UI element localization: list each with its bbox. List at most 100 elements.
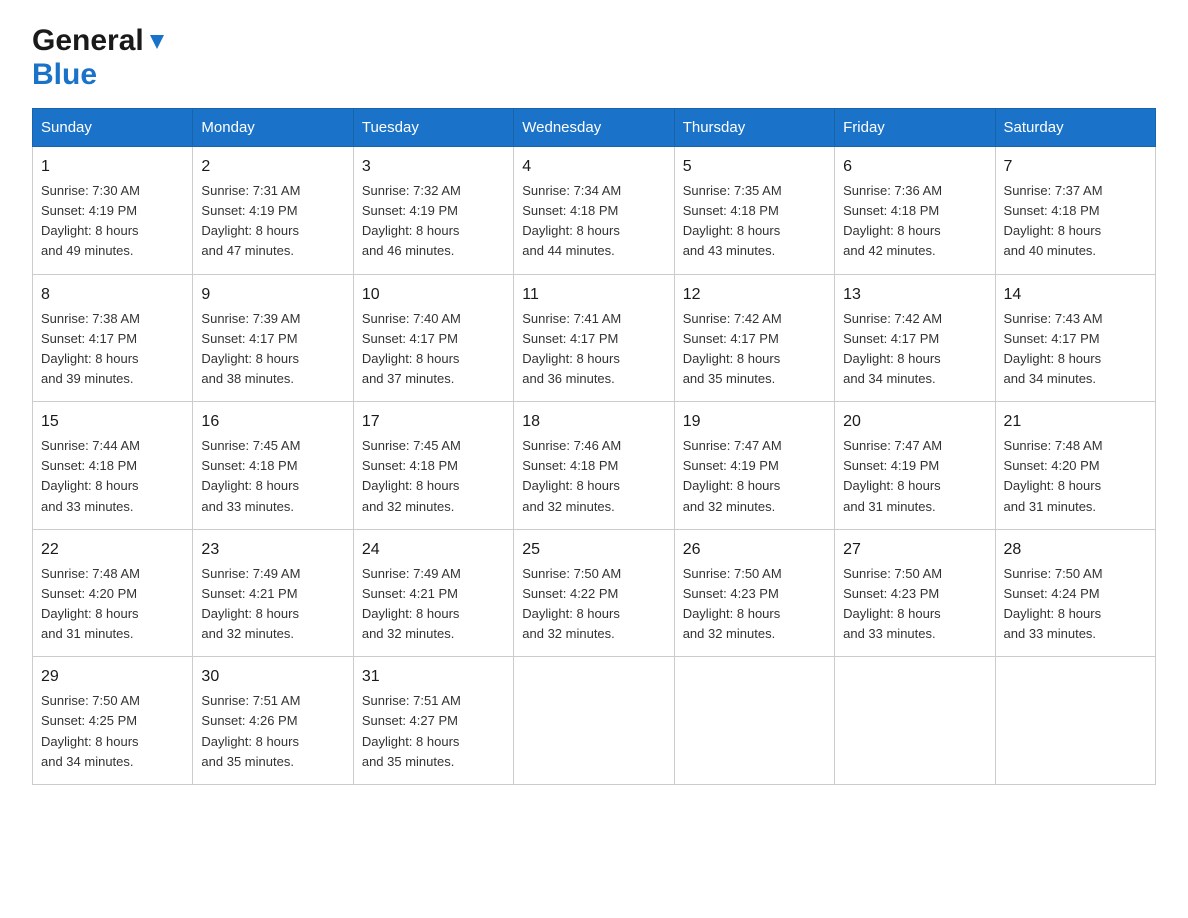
calendar-cell: 12 Sunrise: 7:42 AMSunset: 4:17 PMDaylig… [674, 274, 834, 402]
calendar-cell: 14 Sunrise: 7:43 AMSunset: 4:17 PMDaylig… [995, 274, 1155, 402]
day-info: Sunrise: 7:42 AMSunset: 4:17 PMDaylight:… [683, 311, 782, 386]
weekday-header-friday: Friday [835, 109, 995, 147]
calendar-week-row: 22 Sunrise: 7:48 AMSunset: 4:20 PMDaylig… [33, 529, 1156, 657]
logo: General Blue [32, 24, 168, 92]
day-number: 24 [362, 538, 505, 562]
day-number: 29 [41, 665, 184, 689]
day-number: 18 [522, 410, 665, 434]
day-info: Sunrise: 7:34 AMSunset: 4:18 PMDaylight:… [522, 183, 621, 258]
day-info: Sunrise: 7:43 AMSunset: 4:17 PMDaylight:… [1004, 311, 1103, 386]
day-info: Sunrise: 7:44 AMSunset: 4:18 PMDaylight:… [41, 438, 140, 513]
day-number: 11 [522, 283, 665, 307]
day-info: Sunrise: 7:36 AMSunset: 4:18 PMDaylight:… [843, 183, 942, 258]
calendar-cell: 1 Sunrise: 7:30 AMSunset: 4:19 PMDayligh… [33, 147, 193, 275]
calendar-cell: 5 Sunrise: 7:35 AMSunset: 4:18 PMDayligh… [674, 147, 834, 275]
calendar-cell: 15 Sunrise: 7:44 AMSunset: 4:18 PMDaylig… [33, 402, 193, 530]
day-info: Sunrise: 7:47 AMSunset: 4:19 PMDaylight:… [843, 438, 942, 513]
day-info: Sunrise: 7:30 AMSunset: 4:19 PMDaylight:… [41, 183, 140, 258]
day-number: 20 [843, 410, 986, 434]
day-number: 12 [683, 283, 826, 307]
calendar-cell: 3 Sunrise: 7:32 AMSunset: 4:19 PMDayligh… [353, 147, 513, 275]
calendar-cell: 27 Sunrise: 7:50 AMSunset: 4:23 PMDaylig… [835, 529, 995, 657]
calendar-cell: 20 Sunrise: 7:47 AMSunset: 4:19 PMDaylig… [835, 402, 995, 530]
day-info: Sunrise: 7:48 AMSunset: 4:20 PMDaylight:… [1004, 438, 1103, 513]
day-info: Sunrise: 7:49 AMSunset: 4:21 PMDaylight:… [201, 566, 300, 641]
calendar-cell [835, 657, 995, 785]
day-number: 22 [41, 538, 184, 562]
calendar-cell: 10 Sunrise: 7:40 AMSunset: 4:17 PMDaylig… [353, 274, 513, 402]
day-number: 3 [362, 155, 505, 179]
day-number: 21 [1004, 410, 1147, 434]
logo-triangle-icon [146, 31, 168, 53]
calendar-cell: 29 Sunrise: 7:50 AMSunset: 4:25 PMDaylig… [33, 657, 193, 785]
day-info: Sunrise: 7:50 AMSunset: 4:23 PMDaylight:… [683, 566, 782, 641]
calendar-cell: 4 Sunrise: 7:34 AMSunset: 4:18 PMDayligh… [514, 147, 674, 275]
calendar-cell: 16 Sunrise: 7:45 AMSunset: 4:18 PMDaylig… [193, 402, 353, 530]
weekday-header-monday: Monday [193, 109, 353, 147]
day-info: Sunrise: 7:39 AMSunset: 4:17 PMDaylight:… [201, 311, 300, 386]
day-info: Sunrise: 7:45 AMSunset: 4:18 PMDaylight:… [362, 438, 461, 513]
day-info: Sunrise: 7:40 AMSunset: 4:17 PMDaylight:… [362, 311, 461, 386]
calendar-cell: 23 Sunrise: 7:49 AMSunset: 4:21 PMDaylig… [193, 529, 353, 657]
day-info: Sunrise: 7:31 AMSunset: 4:19 PMDaylight:… [201, 183, 300, 258]
weekday-header-saturday: Saturday [995, 109, 1155, 147]
day-info: Sunrise: 7:32 AMSunset: 4:19 PMDaylight:… [362, 183, 461, 258]
day-number: 13 [843, 283, 986, 307]
day-info: Sunrise: 7:35 AMSunset: 4:18 PMDaylight:… [683, 183, 782, 258]
day-number: 17 [362, 410, 505, 434]
day-info: Sunrise: 7:50 AMSunset: 4:22 PMDaylight:… [522, 566, 621, 641]
calendar-cell: 22 Sunrise: 7:48 AMSunset: 4:20 PMDaylig… [33, 529, 193, 657]
day-info: Sunrise: 7:51 AMSunset: 4:27 PMDaylight:… [362, 693, 461, 768]
weekday-header-tuesday: Tuesday [353, 109, 513, 147]
day-info: Sunrise: 7:42 AMSunset: 4:17 PMDaylight:… [843, 311, 942, 386]
calendar-cell: 7 Sunrise: 7:37 AMSunset: 4:18 PMDayligh… [995, 147, 1155, 275]
day-number: 31 [362, 665, 505, 689]
day-number: 8 [41, 283, 184, 307]
page-header: General Blue [32, 24, 1156, 92]
day-number: 27 [843, 538, 986, 562]
day-info: Sunrise: 7:49 AMSunset: 4:21 PMDaylight:… [362, 566, 461, 641]
day-info: Sunrise: 7:51 AMSunset: 4:26 PMDaylight:… [201, 693, 300, 768]
day-number: 16 [201, 410, 344, 434]
calendar-cell: 6 Sunrise: 7:36 AMSunset: 4:18 PMDayligh… [835, 147, 995, 275]
calendar-table: SundayMondayTuesdayWednesdayThursdayFrid… [32, 108, 1156, 785]
day-info: Sunrise: 7:45 AMSunset: 4:18 PMDaylight:… [201, 438, 300, 513]
day-number: 28 [1004, 538, 1147, 562]
day-number: 25 [522, 538, 665, 562]
calendar-cell: 24 Sunrise: 7:49 AMSunset: 4:21 PMDaylig… [353, 529, 513, 657]
day-number: 1 [41, 155, 184, 179]
calendar-cell [995, 657, 1155, 785]
day-number: 7 [1004, 155, 1147, 179]
logo-general-text: General [32, 24, 144, 58]
calendar-cell: 2 Sunrise: 7:31 AMSunset: 4:19 PMDayligh… [193, 147, 353, 275]
day-number: 2 [201, 155, 344, 179]
weekday-header-thursday: Thursday [674, 109, 834, 147]
calendar-cell: 25 Sunrise: 7:50 AMSunset: 4:22 PMDaylig… [514, 529, 674, 657]
day-number: 5 [683, 155, 826, 179]
calendar-cell: 30 Sunrise: 7:51 AMSunset: 4:26 PMDaylig… [193, 657, 353, 785]
calendar-cell: 9 Sunrise: 7:39 AMSunset: 4:17 PMDayligh… [193, 274, 353, 402]
calendar-cell: 17 Sunrise: 7:45 AMSunset: 4:18 PMDaylig… [353, 402, 513, 530]
weekday-header-wednesday: Wednesday [514, 109, 674, 147]
calendar-cell: 8 Sunrise: 7:38 AMSunset: 4:17 PMDayligh… [33, 274, 193, 402]
day-info: Sunrise: 7:50 AMSunset: 4:24 PMDaylight:… [1004, 566, 1103, 641]
calendar-week-row: 29 Sunrise: 7:50 AMSunset: 4:25 PMDaylig… [33, 657, 1156, 785]
day-info: Sunrise: 7:50 AMSunset: 4:23 PMDaylight:… [843, 566, 942, 641]
calendar-cell: 11 Sunrise: 7:41 AMSunset: 4:17 PMDaylig… [514, 274, 674, 402]
day-info: Sunrise: 7:46 AMSunset: 4:18 PMDaylight:… [522, 438, 621, 513]
day-info: Sunrise: 7:48 AMSunset: 4:20 PMDaylight:… [41, 566, 140, 641]
calendar-cell: 21 Sunrise: 7:48 AMSunset: 4:20 PMDaylig… [995, 402, 1155, 530]
day-number: 9 [201, 283, 344, 307]
day-info: Sunrise: 7:41 AMSunset: 4:17 PMDaylight:… [522, 311, 621, 386]
day-number: 15 [41, 410, 184, 434]
calendar-cell [674, 657, 834, 785]
day-number: 23 [201, 538, 344, 562]
day-number: 10 [362, 283, 505, 307]
day-info: Sunrise: 7:37 AMSunset: 4:18 PMDaylight:… [1004, 183, 1103, 258]
day-number: 6 [843, 155, 986, 179]
calendar-cell: 18 Sunrise: 7:46 AMSunset: 4:18 PMDaylig… [514, 402, 674, 530]
calendar-cell: 26 Sunrise: 7:50 AMSunset: 4:23 PMDaylig… [674, 529, 834, 657]
day-number: 26 [683, 538, 826, 562]
calendar-week-row: 15 Sunrise: 7:44 AMSunset: 4:18 PMDaylig… [33, 402, 1156, 530]
calendar-week-row: 1 Sunrise: 7:30 AMSunset: 4:19 PMDayligh… [33, 147, 1156, 275]
